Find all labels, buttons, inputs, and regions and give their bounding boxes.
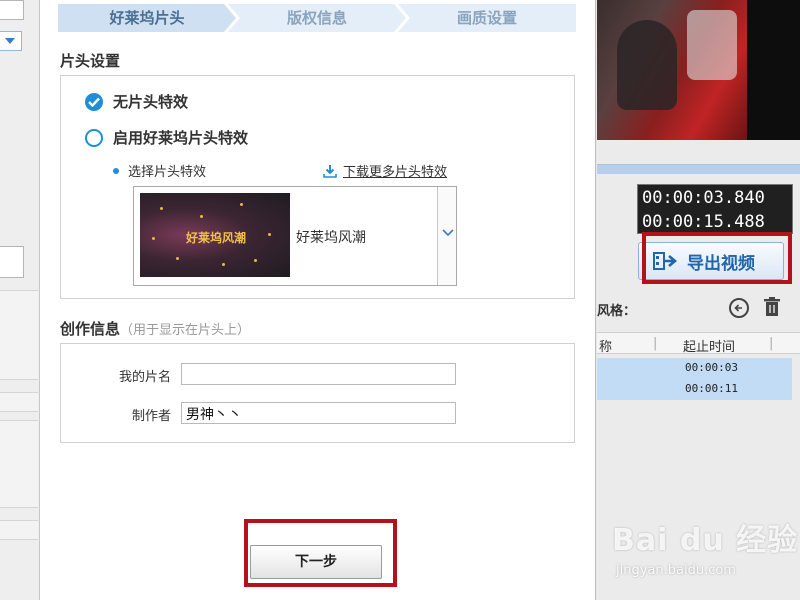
baidu-watermark-logo: Bai du 经验 xyxy=(612,523,799,558)
effect-list[interactable]: 好莱坞风潮 好莱坞风潮 xyxy=(133,186,457,286)
tab-copyright[interactable]: 版权信息 xyxy=(228,4,406,32)
highlight-export-button xyxy=(642,232,792,284)
row-end-time: 00:00:11 xyxy=(685,382,738,395)
left-field-top[interactable] xyxy=(0,0,24,20)
baidu-watermark-url: jingyan.baidu.com xyxy=(616,563,736,578)
creation-info-box: 我的片名 制作者 男神丶丶 xyxy=(60,343,575,443)
time-total: 00:00:15.488 xyxy=(642,212,765,232)
table-row[interactable]: 00:00:03 00:00:11 xyxy=(597,358,792,400)
effect-thumbnail[interactable]: 好莱坞风潮 xyxy=(140,193,290,277)
download-more-text: 下载更多片头特效 xyxy=(343,165,448,180)
time-current: 00:00:03.840 xyxy=(642,188,765,208)
add-circle-icon[interactable] xyxy=(729,298,749,318)
left-panel-block xyxy=(0,290,38,380)
left-panel-block xyxy=(0,392,38,412)
effect-list-scrollbar[interactable] xyxy=(437,187,456,285)
creation-title-text: 创作信息 xyxy=(60,320,121,338)
wizard-steps: 好莱坞片头 版权信息 画质设置 xyxy=(58,4,576,32)
left-panel-block xyxy=(0,420,38,508)
select-effect-text: 选择片头特效 xyxy=(128,165,207,180)
trash-icon[interactable] xyxy=(763,297,781,321)
background-app-left-panel xyxy=(0,0,40,600)
effect-name: 好莱坞风潮 xyxy=(296,230,366,246)
creation-section-title: 创作信息（用于显示在片头上） xyxy=(60,318,250,339)
left-field-middle[interactable] xyxy=(0,246,24,278)
export-wizard-dialog: 好莱坞片头 版权信息 画质设置 片头设置 无片头特效 启用好莱坞片头特效 选择片… xyxy=(40,0,596,600)
col-name: 称 xyxy=(599,340,613,355)
movie-title-label: 我的片名 xyxy=(118,370,171,385)
style-label: 风格： xyxy=(597,304,637,319)
author-label: 制作者 xyxy=(131,409,171,424)
chevron-down-icon xyxy=(442,229,454,237)
tab-hollywood-intro[interactable]: 好莱坞片头 xyxy=(58,4,236,32)
checked-radio-icon xyxy=(85,92,103,111)
author-input[interactable]: 男神丶丶 xyxy=(181,402,456,424)
select-effect-label: 选择片头特效 xyxy=(113,161,206,180)
option-no-intro[interactable]: 无片头特效 xyxy=(85,91,188,112)
style-table-header: 称 | 起止时间 | xyxy=(597,332,800,355)
tab-quality[interactable]: 画质设置 xyxy=(398,4,576,32)
option-enable-intro[interactable]: 启用好莱坞片头特效 xyxy=(85,127,248,148)
bullet-icon xyxy=(113,167,119,174)
download-icon xyxy=(323,164,337,178)
download-more-link[interactable]: 下载更多片头特效 xyxy=(323,161,447,180)
option-enable-intro-label: 启用好莱坞片头特效 xyxy=(113,129,249,147)
video-preview xyxy=(597,0,800,140)
timeline-progress-bar[interactable] xyxy=(597,164,800,174)
creation-hint: （用于显示在片头上） xyxy=(120,323,251,338)
col-time: 起止时间 xyxy=(683,340,736,355)
movie-title-input[interactable] xyxy=(181,363,456,385)
row-start-time: 00:00:03 xyxy=(685,361,738,374)
intro-section-title: 片头设置 xyxy=(60,52,121,70)
chevron-down-icon xyxy=(5,38,15,44)
effect-thumbnail-title: 好莱坞风潮 xyxy=(186,231,247,245)
intro-settings-box: 无片头特效 启用好莱坞片头特效 选择片头特效 下载更多片头特效 好莱坞风潮 好莱… xyxy=(60,75,575,299)
radio-icon xyxy=(85,128,103,147)
left-panel-block xyxy=(0,520,38,540)
left-dropdown[interactable] xyxy=(0,31,22,51)
highlight-next-button xyxy=(244,519,397,587)
time-display: 00:00:03.840 00:00:15.488 xyxy=(637,184,793,234)
option-no-intro-label: 无片头特效 xyxy=(113,93,189,111)
